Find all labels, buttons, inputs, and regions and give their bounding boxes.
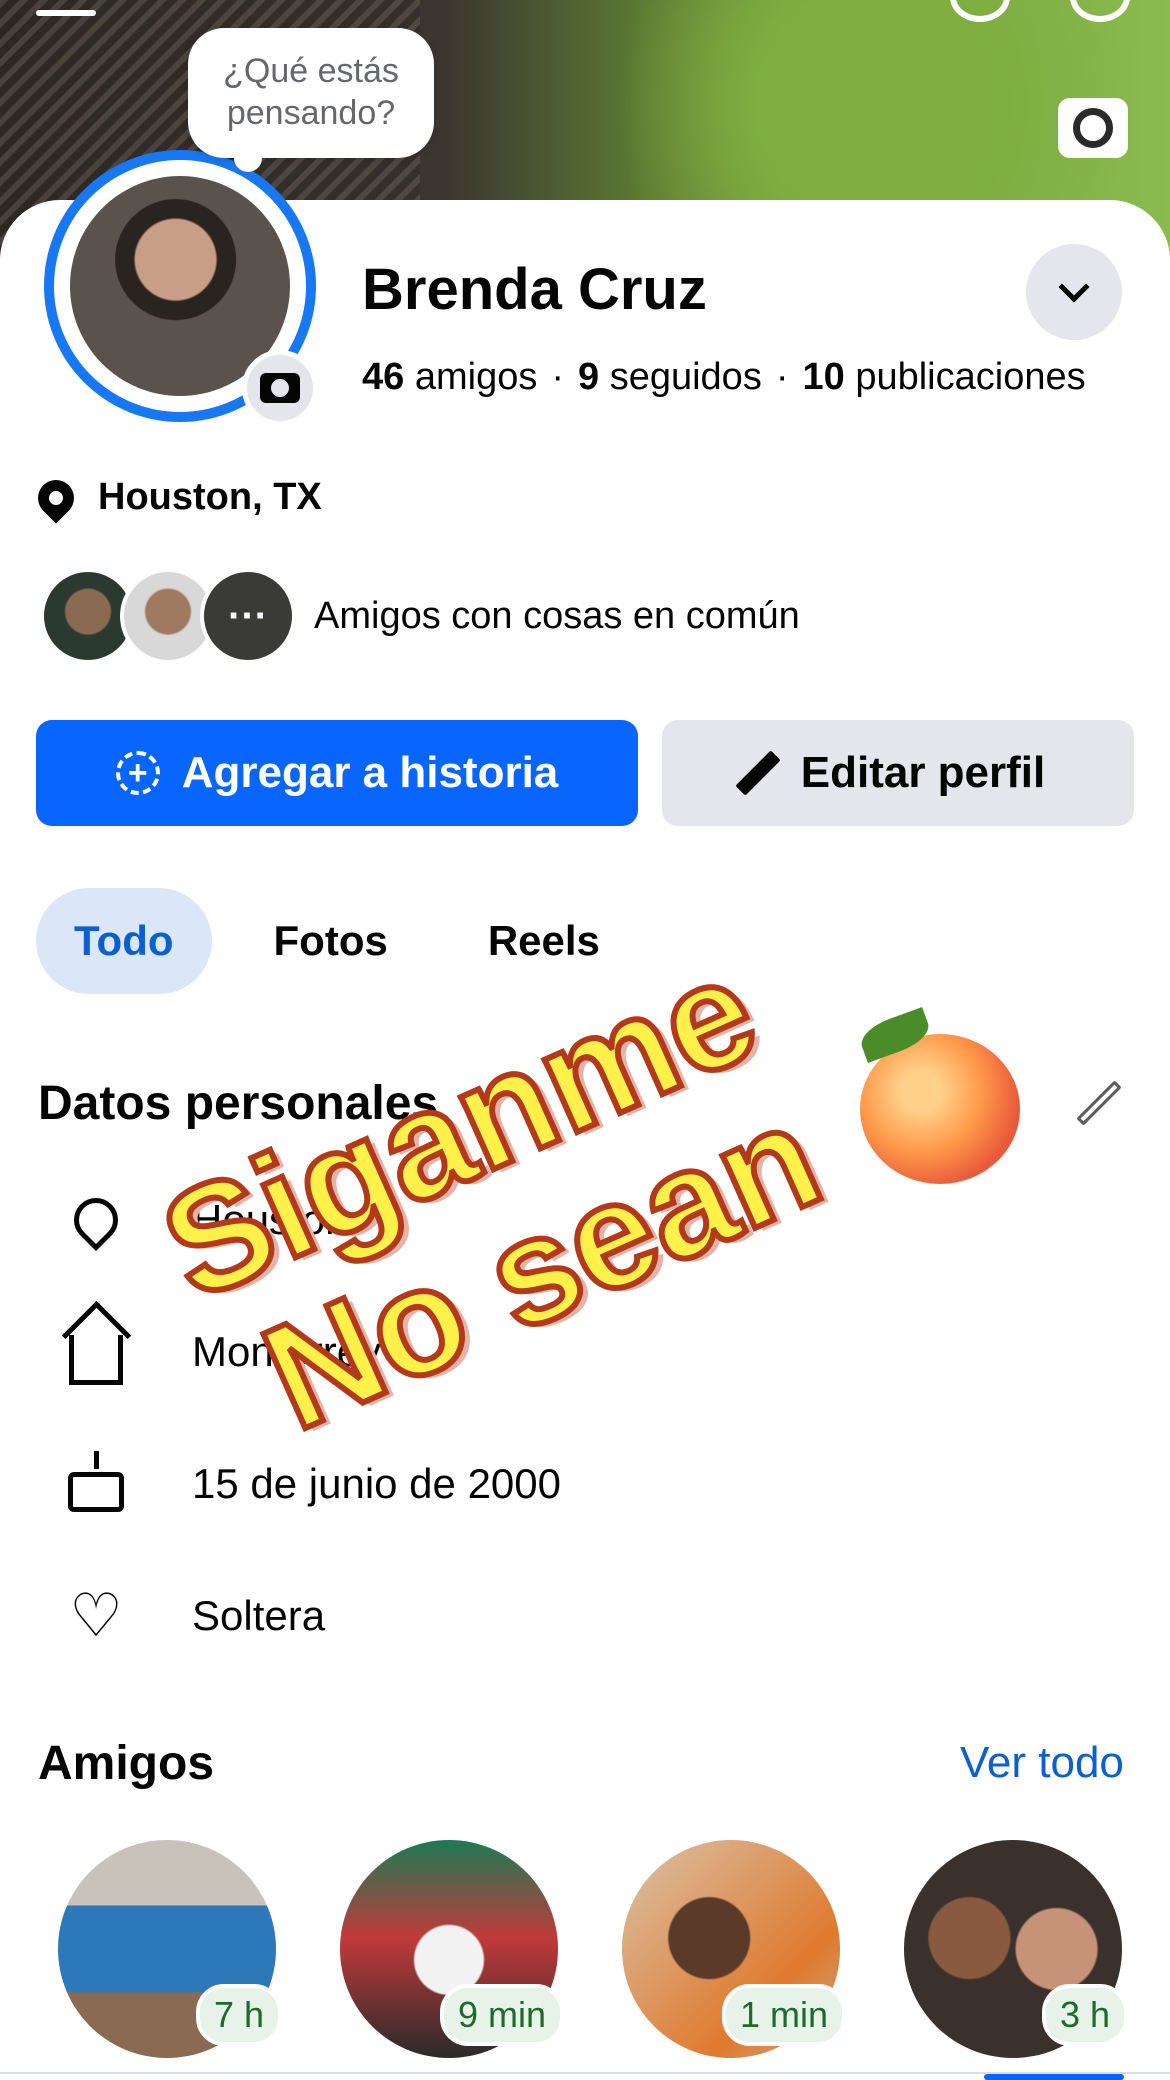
avatar-camera-icon[interactable] [242, 350, 318, 426]
location-row: Houston, TX [30, 472, 322, 523]
info-text: Monterrey [192, 1328, 382, 1375]
friends-count[interactable]: 46 [362, 356, 404, 398]
active-time-badge: 3 h [1041, 1984, 1128, 2046]
search-icon[interactable] [950, 0, 1010, 22]
edit-profile-label: Editar perfil [800, 748, 1046, 797]
home-icon [60, 1316, 132, 1388]
add-story-label: Agregar a historia [181, 748, 559, 797]
following-label[interactable]: seguidos [610, 356, 762, 398]
location-text: Houston, TX [98, 476, 322, 518]
mutual-friends-row[interactable]: ··· Amigos con cosas en común [40, 568, 800, 664]
tab-todo[interactable]: Todo [36, 888, 212, 994]
profile-stats: 46 amigos · 9 seguidos · 10 publicaciones [362, 356, 1086, 398]
posts-label: publicaciones [855, 356, 1086, 398]
active-time-badge: 1 min [721, 1984, 846, 2046]
friend-avatar[interactable]: 7 h [58, 1840, 282, 2058]
friends-title: Amigos [38, 1737, 215, 1790]
mutual-more-avatar: ··· [200, 568, 296, 664]
tab-indicator [984, 2074, 1124, 2080]
following-count[interactable]: 9 [578, 356, 599, 398]
messenger-icon[interactable] [1070, 0, 1130, 22]
heart-icon: ♡ [69, 1582, 123, 1649]
location-pin-icon [30, 472, 82, 523]
profile-menu-button[interactable] [1026, 244, 1122, 340]
info-text: Houston [192, 1196, 349, 1243]
info-row-current-city: Houston [60, 1184, 348, 1256]
profile-name: Brenda Cruz [362, 257, 707, 322]
tab-reels[interactable]: Reels [450, 888, 638, 994]
birthday-cake-icon [60, 1448, 132, 1520]
profile-tabs: Todo Fotos Reels [36, 888, 662, 994]
friend-avatar[interactable]: 3 h [904, 1840, 1128, 2058]
tab-fotos[interactable]: Fotos [236, 888, 426, 994]
add-circle-icon: + [115, 751, 160, 795]
chevron-down-icon [1058, 271, 1090, 303]
friends-stories-row: 7 h 9 min 1 min 3 h [58, 1840, 1128, 2058]
friends-label[interactable]: amigos [415, 356, 538, 398]
info-row-relationship: ♡ Soltera [60, 1580, 325, 1652]
thought-bubble[interactable]: ¿Qué estás pensando? [188, 28, 434, 172]
menu-icon[interactable] [36, 10, 96, 16]
see-all-friends-link[interactable]: Ver todo [960, 1738, 1124, 1788]
pencil-icon [735, 750, 781, 796]
cover-camera-icon[interactable] [1058, 98, 1128, 158]
location-pin-icon [60, 1184, 132, 1256]
add-story-button[interactable]: + Agregar a historia [36, 720, 638, 826]
info-text: 15 de junio de 2000 [192, 1460, 561, 1507]
friend-avatar[interactable]: 9 min [340, 1840, 564, 2058]
info-text: Soltera [192, 1592, 326, 1639]
active-time-badge: 9 min [439, 1984, 564, 2046]
personal-info-title: Datos personales [38, 1077, 439, 1130]
posts-count: 10 [802, 356, 845, 398]
info-row-hometown: Monterrey [60, 1316, 381, 1388]
active-time-badge: 7 h [195, 1984, 282, 2046]
edit-profile-button[interactable]: Editar perfil [662, 720, 1134, 826]
top-toolbar [950, 0, 1130, 22]
profile-page: ¿Qué estás pensando? Brenda Cruz 46 amig… [0, 0, 1170, 2080]
friend-avatar[interactable]: 1 min [622, 1840, 846, 2058]
mutual-friends-text: Amigos con cosas en común [314, 594, 800, 637]
info-row-birthday: 15 de junio de 2000 [60, 1448, 561, 1520]
